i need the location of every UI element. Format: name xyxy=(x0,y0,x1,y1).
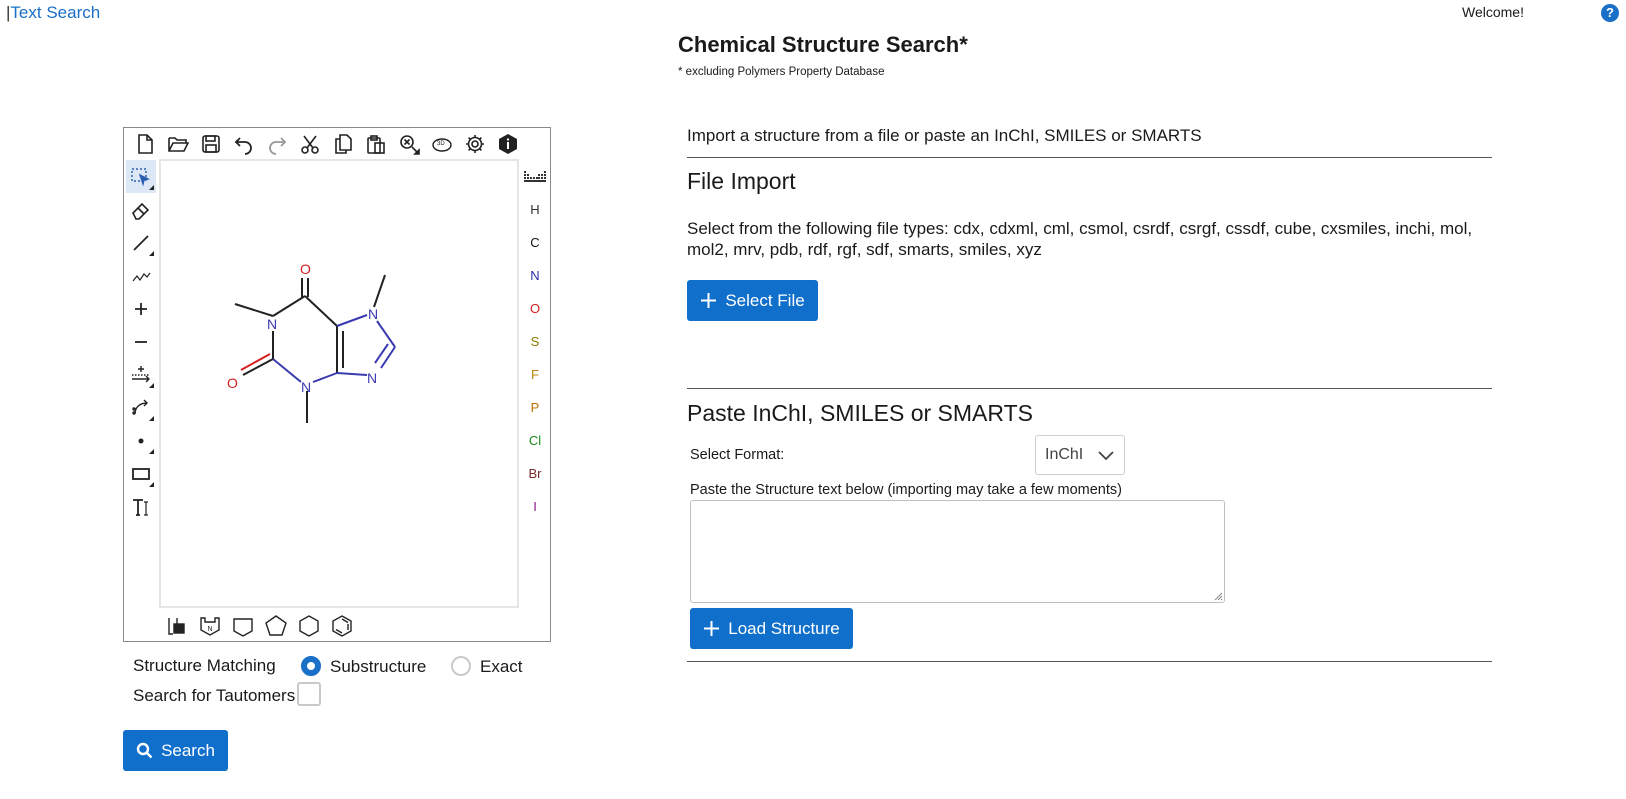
paste-label: Paste the Structure text below (importin… xyxy=(690,482,1122,498)
page: |Text Search Welcome! ? Chemical Structu… xyxy=(0,0,1626,799)
atom-n1: N xyxy=(267,316,277,332)
element-f-button[interactable]: F xyxy=(522,358,548,391)
plus-icon xyxy=(700,292,717,309)
tautomers-checkbox[interactable] xyxy=(297,682,321,706)
element-n-button[interactable]: N xyxy=(522,259,548,292)
element-br-button[interactable]: Br xyxy=(522,457,548,490)
substructure-radio[interactable] xyxy=(301,656,321,676)
periodic-table-icon[interactable] xyxy=(522,160,548,193)
text-icon[interactable] xyxy=(126,490,156,523)
template-icon[interactable] xyxy=(160,612,193,640)
radical-icon[interactable] xyxy=(126,424,156,457)
select-file-label: Select File xyxy=(725,290,805,310)
atom-o2: O xyxy=(227,375,238,391)
structure-matching-label: Structure Matching xyxy=(133,656,276,675)
cyclopentane-icon[interactable] xyxy=(259,612,292,640)
rectangle-icon[interactable] xyxy=(126,457,156,490)
atom-n7: N xyxy=(368,306,378,322)
mechanism-arrow-icon[interactable] xyxy=(126,391,156,424)
select-file-button[interactable]: Select File xyxy=(687,280,818,321)
undo-icon[interactable] xyxy=(227,131,260,157)
file-import-heading: File Import xyxy=(687,168,796,194)
search-icon xyxy=(136,742,153,759)
sketcher-bottom-toolbar: N xyxy=(160,612,358,640)
element-c-button[interactable]: C xyxy=(522,226,548,259)
cut-icon[interactable] xyxy=(293,131,326,157)
cyclobutane-icon[interactable] xyxy=(226,612,259,640)
charge-minus-icon[interactable] xyxy=(126,325,156,358)
element-s-button[interactable]: S xyxy=(522,325,548,358)
select-format-label: Select Format: xyxy=(690,447,785,463)
charge-plus-icon[interactable] xyxy=(126,292,156,325)
exact-label[interactable]: Exact xyxy=(480,657,523,677)
3d-icon[interactable]: 3D xyxy=(425,131,458,157)
paste-heading: Paste InChI, SMILES or SMARTS xyxy=(687,400,1033,426)
tautomers-label: Search for Tautomers xyxy=(133,686,296,705)
reaction-arrow-icon[interactable] xyxy=(126,358,156,391)
format-select[interactable]: InChI xyxy=(1035,435,1125,475)
load-structure-button[interactable]: Load Structure xyxy=(690,608,853,649)
help-icon[interactable]: ? xyxy=(1601,4,1619,22)
substructure-label[interactable]: Substructure xyxy=(330,657,426,677)
element-o-button[interactable]: O xyxy=(522,292,548,325)
bond-icon[interactable] xyxy=(126,226,156,259)
atom-n9: N xyxy=(367,370,377,386)
element-palette: H C N O S F P Cl Br I xyxy=(522,160,548,523)
settings-icon[interactable] xyxy=(458,131,491,157)
divider xyxy=(687,388,1492,389)
exact-radio[interactable] xyxy=(451,656,471,676)
info-icon[interactable] xyxy=(491,131,524,157)
ring-n-icon[interactable]: N xyxy=(193,612,226,640)
paste-icon[interactable] xyxy=(359,131,392,157)
page-subtitle: * excluding Polymers Property Database xyxy=(678,66,885,78)
redo-icon[interactable] xyxy=(260,131,293,157)
import-intro: Import a structure from a file or paste … xyxy=(687,126,1202,145)
welcome-text: Welcome! xyxy=(1462,4,1524,20)
format-select-value: InChI xyxy=(1045,446,1084,463)
element-h-button[interactable]: H xyxy=(522,193,548,226)
atom-n3: N xyxy=(301,379,311,395)
text-search-link[interactable]: Text Search xyxy=(10,3,100,22)
open-folder-icon[interactable] xyxy=(161,131,194,157)
divider xyxy=(687,157,1492,158)
sketcher-left-toolbar xyxy=(126,160,156,523)
plus-icon xyxy=(703,620,720,637)
copy-icon[interactable] xyxy=(326,131,359,157)
page-title: Chemical Structure Search* xyxy=(678,32,968,57)
search-button[interactable]: Search xyxy=(123,730,228,771)
element-list: H C N O S F P Cl Br I xyxy=(522,193,548,523)
sketcher-top-toolbar: 3D xyxy=(128,131,524,157)
chevron-down-icon xyxy=(1098,451,1114,461)
element-i-button[interactable]: I xyxy=(522,490,548,523)
atom-o6: O xyxy=(300,261,311,277)
load-structure-label: Load Structure xyxy=(728,618,840,638)
new-doc-icon[interactable] xyxy=(128,131,161,157)
structure-text-input[interactable] xyxy=(690,500,1225,603)
svg-text:N: N xyxy=(207,626,212,633)
structure-sketcher: 3D O N N N N O H C N O S F P Cl Br I N xyxy=(123,127,551,642)
chain-icon[interactable] xyxy=(126,259,156,292)
resize-grip-icon[interactable] xyxy=(1214,592,1223,601)
eraser-icon[interactable] xyxy=(126,193,156,226)
element-cl-button[interactable]: Cl xyxy=(522,424,548,457)
caffeine-molecule: O N N N N O xyxy=(227,261,396,423)
top-nav: |Text Search xyxy=(6,3,100,23)
save-icon[interactable] xyxy=(194,131,227,157)
element-p-button[interactable]: P xyxy=(522,391,548,424)
zoom-icon[interactable] xyxy=(392,131,425,157)
divider xyxy=(687,661,1492,662)
benzene-icon[interactable] xyxy=(325,612,358,640)
cyclohexane-icon[interactable] xyxy=(292,612,325,640)
search-button-label: Search xyxy=(161,740,215,760)
svg-text:3D: 3D xyxy=(437,141,445,147)
file-types-text: Select from the following file types: cd… xyxy=(687,219,1473,259)
select-icon[interactable] xyxy=(126,160,156,193)
sketch-canvas[interactable]: O N N N N O xyxy=(159,159,519,608)
